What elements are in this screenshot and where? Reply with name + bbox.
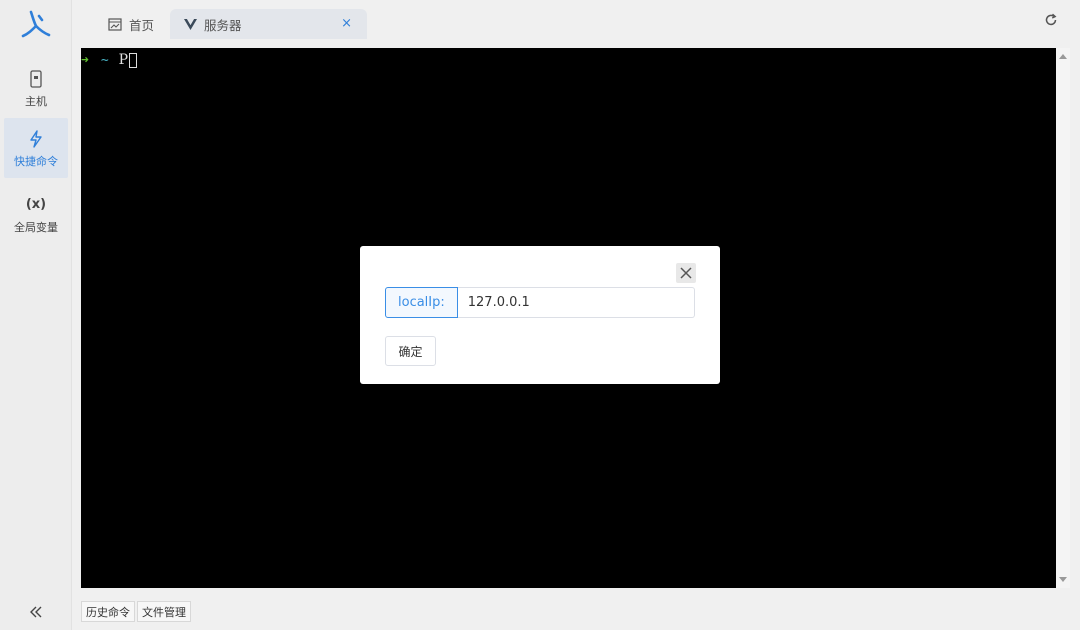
local-ip-input-group: localIp: [385,287,695,318]
scroll-down-arrow-icon[interactable] [1059,577,1067,582]
sidebar-item-label: 快捷命令 [14,154,58,168]
prompt-cwd: ~ [100,52,109,68]
tab-file-manager[interactable]: 文件管理 [137,601,191,622]
app-logo-icon[interactable] [19,9,53,41]
sidebar-item-label: 主机 [25,94,47,108]
variable-icon: (x) [25,197,47,212]
tab-server[interactable]: 服务器 × [170,9,367,39]
terminal-cursor [129,52,138,68]
confirm-button[interactable]: 确定 [385,336,436,366]
local-ip-label: localIp: [385,287,458,318]
terminal-input-text: P [118,52,129,68]
tab-command-history[interactable]: 历史命令 [81,601,135,622]
prompt-arrow: ➜ [81,52,89,68]
sidebar-item-global-variables[interactable]: (x) 全局变量 [4,184,68,244]
lightning-icon [29,128,43,150]
terminal-scrollbar[interactable] [1056,48,1070,588]
sidebar-item-label: 全局变量 [14,220,58,234]
tab-label: 首页 [129,17,155,33]
terminal-prompt: ➜ ~ P [81,52,138,68]
tab-label: 服务器 [204,17,242,33]
bottom-tab-bar: 历史命令 文件管理 [81,601,191,622]
tab-bar: 首页 服务器 × [80,0,1080,40]
variable-input-dialog: localIp: 确定 [360,246,720,384]
close-tab-icon[interactable]: × [341,17,352,31]
sidebar-item-host[interactable]: 主机 [4,58,68,118]
host-icon [30,68,42,90]
sidebar-item-quick-commands[interactable]: 快捷命令 [4,118,68,178]
dashboard-icon [108,17,122,31]
vue-logo-icon [184,18,197,30]
local-ip-input[interactable] [457,287,695,318]
sidebar: 主机 快捷命令 (x) 全局变量 [0,0,72,630]
tab-home[interactable]: 首页 [108,9,154,39]
scroll-up-arrow-icon[interactable] [1059,54,1067,59]
double-chevron-left-icon[interactable] [26,602,46,622]
refresh-icon[interactable] [1044,12,1058,26]
close-icon[interactable] [676,263,696,283]
